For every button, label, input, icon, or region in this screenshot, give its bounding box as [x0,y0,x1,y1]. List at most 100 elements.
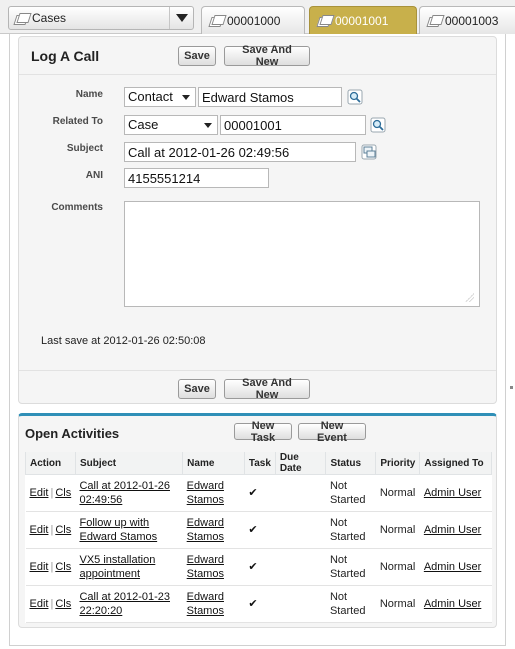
table-row: Edit | Cls Follow up with Edward Stamos Edw… [25,511,492,549]
subject-cell: Call at 2012-01-26 02:49:56 [75,474,183,512]
close-link[interactable]: Cls [55,524,71,536]
dropdown-arrow-icon [204,123,212,128]
tab-case-00001000[interactable]: 00001000 [201,6,305,34]
tab-case-00001003[interactable]: 00001003 [419,6,515,34]
case-icon [428,15,441,26]
assigned-to-link[interactable]: Admin User [424,524,481,536]
subject-input[interactable] [124,142,356,162]
subject-cell: VX5 installation appointment [75,548,183,586]
splitter-handle[interactable] [510,386,513,389]
tab-case-00001001[interactable]: 00001001 [309,6,417,34]
edit-link[interactable]: Edit [30,524,49,536]
log-a-call-panel: Log A Call Save Save And New Name Contac… [18,36,497,404]
name-cell: Edward Stamos [182,585,245,623]
subject-link[interactable]: Follow up with Edward Stamos [79,517,157,543]
related-type-value: Case [128,117,159,132]
assigned-to-cell: Admin User [419,474,492,512]
subject-link[interactable]: VX5 installation appointment [79,554,155,580]
edit-link[interactable]: Edit [30,487,49,499]
assigned-to-link[interactable]: Admin User [424,598,481,610]
panel-title: Log A Call [31,48,100,64]
name-lookup-input[interactable] [198,87,342,107]
related-to-lookup-input[interactable] [220,115,366,135]
task-checkmark-icon: ✔ [244,585,276,623]
ani-input[interactable] [124,168,269,188]
close-link[interactable]: Cls [55,487,71,499]
assigned-to-cell: Admin User [419,585,492,623]
assigned-to-link[interactable]: Admin User [424,561,481,573]
related-to-label: Related To [52,116,103,127]
save-button[interactable]: Save [178,46,216,66]
status-cell: Not Started [325,511,376,549]
new-event-button[interactable]: New Event [298,420,366,444]
name-cell: Edward Stamos [182,474,245,512]
name-type-value: Contact [128,89,173,104]
edit-link[interactable]: Edit [30,598,49,610]
status-cell: Not Started [325,474,376,512]
subject-link[interactable]: Call at 2012-01-23 22:20:20 [79,591,170,617]
priority-cell: Normal [375,511,420,549]
assigned-to-link[interactable]: Admin User [424,487,481,499]
object-navigator-button[interactable]: Cases [8,6,194,30]
save-and-new-button[interactable]: Save And New [224,44,310,68]
table-header-row: Action Subject Name Task Due Date Status… [25,452,492,475]
priority-cell: Normal [375,585,420,623]
subject-cell: Follow up with Edward Stamos [75,511,183,549]
subject-cell: Call at 2012-01-23 22:20:20 [75,585,183,623]
edit-link[interactable]: Edit [30,561,49,573]
save-button-bottom[interactable]: Save [178,379,216,399]
assigned-to-cell: Admin User [419,511,492,549]
tab-label: 00001001 [335,13,389,28]
priority-cell: Normal [375,474,420,512]
name-type-select[interactable]: Contact [124,87,196,107]
column-header-assigned-to: Assigned To [419,452,492,475]
open-activities-table: Action Subject Name Task Due Date Status… [25,452,492,623]
table-row: Edit | Cls Call at 2012-01-26 02:49:56 Edwa… [25,474,492,512]
column-header-action: Action [25,452,76,475]
related-type-select[interactable]: Case [124,115,218,135]
tab-bar: Cases 00001000 00001001 00001003 [0,0,515,34]
log-a-call-footer: Save Save And New [19,370,496,404]
name-link[interactable]: Edward Stamos [187,480,224,506]
resize-grip-icon[interactable] [465,293,474,302]
name-link[interactable]: Edward Stamos [187,591,224,617]
status-cell: Not Started [325,548,376,586]
due-date-cell [275,585,326,623]
case-icon [210,15,223,26]
comments-textarea[interactable] [124,201,480,307]
subject-link[interactable]: Call at 2012-01-26 02:49:56 [79,480,170,506]
log-a-call-header: Log A Call Save Save And New [19,37,496,75]
action-cell: Edit | Cls [25,548,76,586]
chevron-down-icon[interactable] [169,7,193,29]
column-header-status: Status [325,452,377,475]
close-link[interactable]: Cls [55,598,71,610]
lookup-icon[interactable] [347,89,363,105]
column-header-task: Task [243,452,276,475]
close-link[interactable]: Cls [55,561,71,573]
tab-label: 00001000 [227,13,281,28]
due-date-cell [275,511,326,549]
ani-label: ANI [85,170,103,181]
object-navigator-label: Cases [32,11,67,25]
name-cell: Edward Stamos [182,511,245,549]
name-link[interactable]: Edward Stamos [187,517,224,543]
column-header-subject: Subject [74,452,184,475]
lookup-icon[interactable] [370,117,386,133]
column-header-priority: Priority [375,452,421,475]
open-activities-title: Open Activities [25,426,120,441]
name-link[interactable]: Edward Stamos [187,554,224,580]
assigned-to-cell: Admin User [419,548,492,586]
status-cell: Not Started [325,585,376,623]
due-date-cell [275,474,326,512]
action-cell: Edit | Cls [25,511,76,549]
column-header-due-date: Due Date [274,452,327,475]
last-save-text: Last save at 2012-01-26 02:50:08 [41,335,206,347]
task-checkmark-icon: ✔ [244,511,276,549]
new-task-button[interactable]: New Task [234,420,292,444]
task-checkmark-icon: ✔ [244,474,276,512]
combobox-icon[interactable] [361,144,377,160]
name-cell: Edward Stamos [182,548,245,586]
save-and-new-button-bottom[interactable]: Save And New [224,377,310,401]
tab-label: 00001003 [445,13,499,28]
dropdown-arrow-icon [182,95,190,100]
